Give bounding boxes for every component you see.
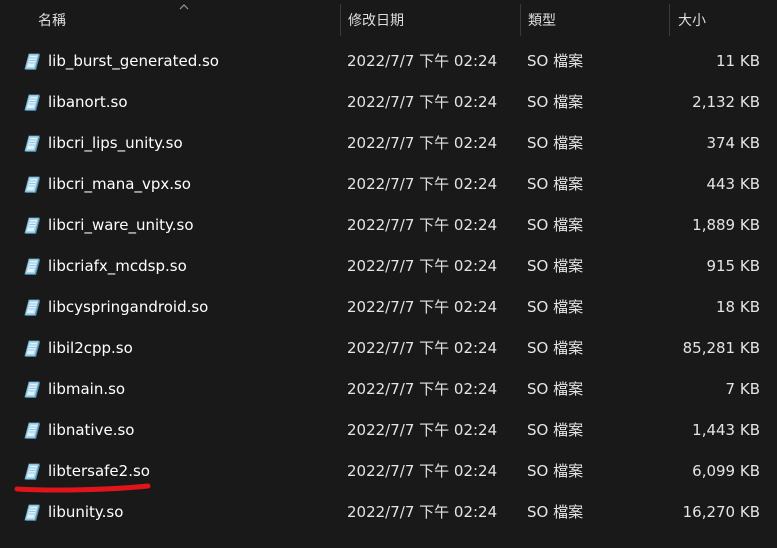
so-file-icon xyxy=(24,340,41,358)
file-date-modified: 2022/7/7 下午 02:24 xyxy=(347,339,498,357)
file-size: 11 KB xyxy=(716,52,760,70)
file-size: 7 KB xyxy=(725,380,760,398)
file-date-modified: 2022/7/7 下午 02:24 xyxy=(347,93,498,111)
so-file-icon xyxy=(24,258,41,276)
file-row[interactable]: libnative.so 2022/7/7 下午 02:24 SO 檔案 1,4… xyxy=(0,410,777,451)
file-date-modified: 2022/7/7 下午 02:24 xyxy=(347,421,498,439)
file-date-modified: 2022/7/7 下午 02:24 xyxy=(347,380,498,398)
file-type: SO 檔案 xyxy=(527,257,584,275)
file-type: SO 檔案 xyxy=(527,503,584,521)
column-header-size[interactable]: 大小 xyxy=(670,0,777,38)
file-type: SO 檔案 xyxy=(527,52,584,70)
file-type: SO 檔案 xyxy=(527,175,584,193)
file-date-modified: 2022/7/7 下午 02:24 xyxy=(347,175,498,193)
file-row[interactable]: libunity.so 2022/7/7 下午 02:24 SO 檔案 16,2… xyxy=(0,492,777,533)
file-name: libcri_ware_unity.so xyxy=(48,216,194,234)
so-file-icon xyxy=(24,53,41,71)
file-size: 18 KB xyxy=(716,298,760,316)
file-date-modified: 2022/7/7 下午 02:24 xyxy=(347,257,498,275)
so-file-icon xyxy=(24,94,41,112)
file-size: 915 KB xyxy=(706,257,760,275)
file-row[interactable]: libcri_mana_vpx.so 2022/7/7 下午 02:24 SO … xyxy=(0,164,777,205)
file-list: lib_burst_generated.so 2022/7/7 下午 02:24… xyxy=(0,41,777,533)
file-row[interactable]: libanort.so 2022/7/7 下午 02:24 SO 檔案 2,13… xyxy=(0,82,777,123)
file-size: 85,281 KB xyxy=(682,339,760,357)
file-type: SO 檔案 xyxy=(527,298,584,316)
file-date-modified: 2022/7/7 下午 02:24 xyxy=(347,503,498,521)
file-size: 1,443 KB xyxy=(692,421,760,439)
file-date-modified: 2022/7/7 下午 02:24 xyxy=(347,298,498,316)
so-file-icon xyxy=(24,504,41,522)
file-type: SO 檔案 xyxy=(527,216,584,234)
file-name: libcriafx_mcdsp.so xyxy=(48,257,187,275)
file-row[interactable]: libcri_ware_unity.so 2022/7/7 下午 02:24 S… xyxy=(0,205,777,246)
column-header-bar: 名稱 修改日期 類型 大小 xyxy=(0,0,777,38)
file-date-modified: 2022/7/7 下午 02:24 xyxy=(347,462,498,480)
file-row[interactable]: libmain.so 2022/7/7 下午 02:24 SO 檔案 7 KB xyxy=(0,369,777,410)
file-name: libcyspringandroid.so xyxy=(48,298,209,316)
file-name: libmain.so xyxy=(48,380,126,398)
so-file-icon xyxy=(24,135,41,153)
file-type: SO 檔案 xyxy=(527,93,584,111)
file-explorer-details-view: 名稱 修改日期 類型 大小 lib_burst_generated.so 202… xyxy=(0,0,777,548)
file-type: SO 檔案 xyxy=(527,462,584,480)
file-row[interactable]: libcriafx_mcdsp.so 2022/7/7 下午 02:24 SO … xyxy=(0,246,777,287)
so-file-icon xyxy=(24,381,41,399)
file-name: libcri_lips_unity.so xyxy=(48,134,183,152)
file-name: libanort.so xyxy=(48,93,128,111)
file-size: 16,270 KB xyxy=(682,503,760,521)
sort-up-chevron-icon xyxy=(179,4,189,10)
so-file-icon xyxy=(24,217,41,235)
so-file-icon xyxy=(24,422,41,440)
file-type: SO 檔案 xyxy=(527,421,584,439)
file-size: 443 KB xyxy=(706,175,760,193)
file-name: libunity.so xyxy=(48,503,124,521)
column-header-type[interactable]: 類型 xyxy=(520,0,670,38)
file-date-modified: 2022/7/7 下午 02:24 xyxy=(347,134,498,152)
so-file-icon xyxy=(24,176,41,194)
file-type: SO 檔案 xyxy=(527,339,584,357)
file-size: 1,889 KB xyxy=(692,216,760,234)
file-name: lib_burst_generated.so xyxy=(48,52,219,70)
file-name: libil2cpp.so xyxy=(48,339,133,357)
file-size: 6,099 KB xyxy=(692,462,760,480)
red-highlight-underline xyxy=(14,483,151,493)
column-header-date-modified[interactable]: 修改日期 xyxy=(340,0,520,38)
file-size: 2,132 KB xyxy=(692,93,760,111)
file-name: libcri_mana_vpx.so xyxy=(48,175,191,193)
file-row[interactable]: libcri_lips_unity.so 2022/7/7 下午 02:24 S… xyxy=(0,123,777,164)
file-date-modified: 2022/7/7 下午 02:24 xyxy=(347,52,498,70)
file-date-modified: 2022/7/7 下午 02:24 xyxy=(347,216,498,234)
so-file-icon xyxy=(24,463,41,481)
file-name: libnative.so xyxy=(48,421,135,439)
so-file-icon xyxy=(24,299,41,317)
file-size: 374 KB xyxy=(706,134,760,152)
file-row[interactable]: lib_burst_generated.so 2022/7/7 下午 02:24… xyxy=(0,41,777,82)
file-type: SO 檔案 xyxy=(527,134,584,152)
file-row[interactable]: libcyspringandroid.so 2022/7/7 下午 02:24 … xyxy=(0,287,777,328)
file-type: SO 檔案 xyxy=(527,380,584,398)
file-row[interactable]: libil2cpp.so 2022/7/7 下午 02:24 SO 檔案 85,… xyxy=(0,328,777,369)
